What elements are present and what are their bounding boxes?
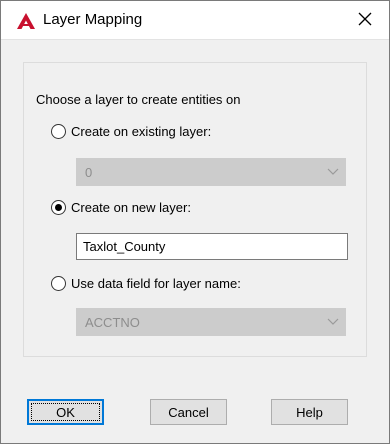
chevron-down-icon: [321, 159, 345, 185]
close-button[interactable]: [347, 5, 383, 35]
existing-layer-value: 0: [85, 164, 93, 180]
help-button[interactable]: Help: [271, 399, 348, 425]
cancel-button-label: Cancel: [168, 404, 209, 420]
title-bar: Layer Mapping: [1, 1, 389, 39]
cancel-button[interactable]: Cancel: [150, 399, 227, 425]
radio-button-data-field[interactable]: [51, 275, 66, 291]
radio-button-new[interactable]: [51, 199, 66, 215]
help-button-label: Help: [296, 404, 323, 420]
radio-new-layer[interactable]: Create on new layer:: [51, 197, 191, 217]
data-field-value: ACCTNO: [85, 314, 140, 330]
radio-label-new: Create on new layer:: [71, 199, 191, 215]
existing-layer-dropdown[interactable]: 0: [76, 158, 346, 186]
radio-label-data-field: Use data field for layer name:: [71, 275, 241, 291]
chevron-down-icon: [321, 309, 345, 335]
new-layer-name-input[interactable]: [76, 233, 348, 260]
radio-existing-layer[interactable]: Create on existing layer:: [51, 121, 211, 141]
dialog-title: Layer Mapping: [43, 11, 143, 28]
radio-button-existing[interactable]: [51, 123, 66, 139]
group-legend: Choose a layer to create entities on: [34, 92, 245, 107]
radio-data-field[interactable]: Use data field for layer name:: [51, 273, 241, 293]
close-icon: [358, 12, 372, 29]
autocad-logo-icon: [17, 13, 35, 29]
ok-button[interactable]: OK: [27, 399, 104, 425]
focus-rectangle: [31, 403, 100, 421]
layer-mapping-dialog: Layer Mapping Choose a layer to create e…: [0, 0, 390, 444]
data-field-dropdown[interactable]: ACCTNO: [76, 308, 346, 336]
radio-label-existing: Create on existing layer:: [71, 123, 212, 139]
